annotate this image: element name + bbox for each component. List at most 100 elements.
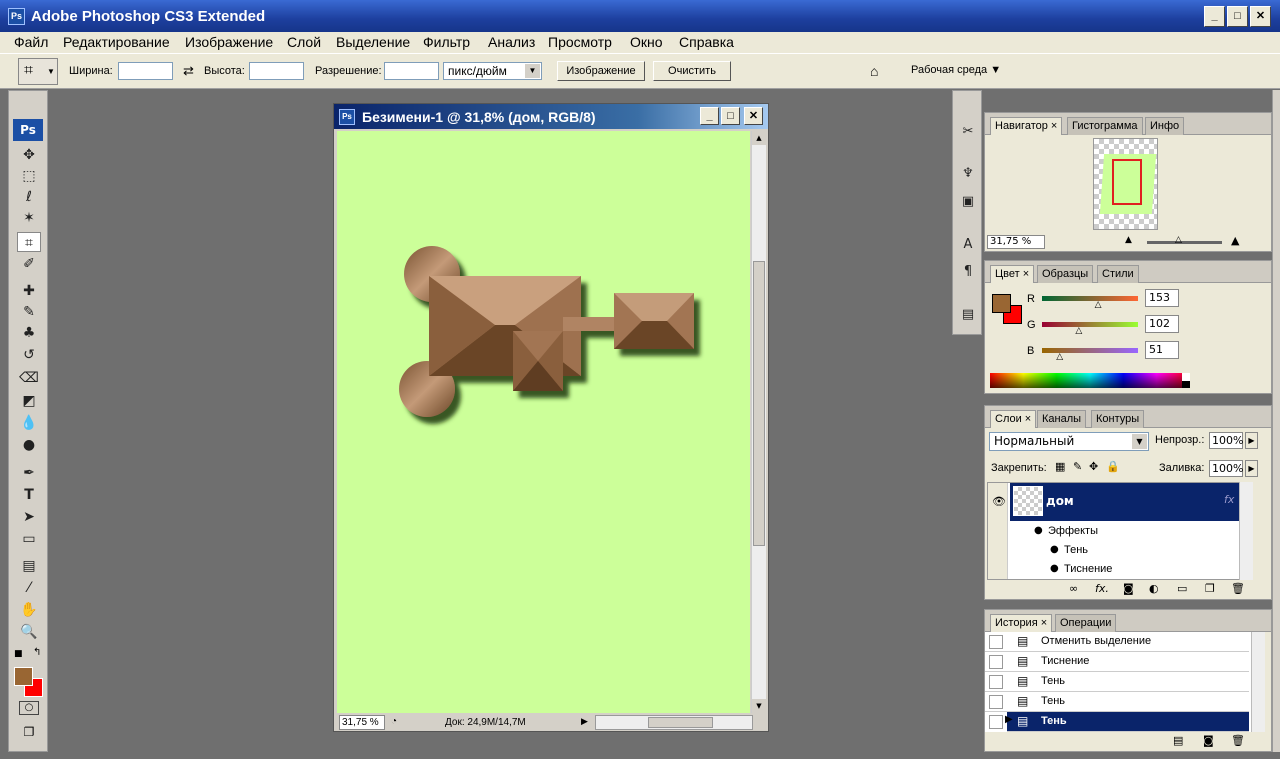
eyedropper-icon[interactable]: ⁄ — [17, 578, 41, 598]
shape-tool-icon[interactable]: ▭ — [17, 529, 41, 549]
clone-source-icon[interactable]: ▣ — [957, 191, 979, 213]
channel-b-value[interactable]: 51 — [1145, 341, 1179, 359]
effect-emboss[interactable]: Тиснение — [1064, 563, 1112, 575]
paint-bucket-icon[interactable]: ◩ — [17, 391, 41, 411]
history-brush-icon[interactable]: ↺ — [17, 345, 41, 365]
brushes-icon[interactable]: ♆ — [957, 163, 979, 185]
menu-image[interactable]: Изображение — [185, 34, 273, 50]
units-select[interactable]: пикс/дюйм ▼ — [443, 62, 542, 80]
history-item[interactable]: ▤ Тень — [985, 692, 1249, 712]
ps-logo[interactable]: Ps — [13, 119, 43, 141]
clear-button[interactable]: Очистить — [653, 61, 731, 81]
eye-icon[interactable]: ● — [1050, 544, 1059, 555]
front-image-button[interactable]: Изображение — [557, 61, 645, 81]
tab-info[interactable]: Инфо — [1145, 117, 1185, 135]
history-item[interactable]: ▤ Тиснение — [985, 652, 1249, 672]
eye-icon[interactable]: 👁 — [992, 495, 1006, 508]
zoom-tool-icon[interactable]: 🔍 — [17, 622, 41, 642]
slice-tool-icon[interactable]: ✐ — [17, 254, 41, 274]
menu-help[interactable]: Справка — [679, 34, 734, 50]
opacity-field[interactable]: 100% — [1209, 432, 1243, 449]
add-mask-icon[interactable]: ◙ — [1123, 582, 1134, 595]
clone-stamp-icon[interactable]: ♣ — [17, 323, 41, 343]
doc-close-button[interactable]: ✕ — [744, 107, 763, 125]
menu-filter[interactable]: Фильтр — [423, 34, 470, 50]
dodge-tool-icon[interactable]: ● — [17, 435, 41, 455]
channel-b-handle[interactable]: △ — [1056, 352, 1063, 362]
tool-preset-picker[interactable]: ⌗ ▼ — [18, 58, 58, 85]
zoom-slider-handle[interactable]: △ — [1175, 235, 1182, 245]
channel-g-slider[interactable] — [1042, 322, 1138, 327]
fill-field[interactable]: 100% — [1209, 460, 1243, 477]
menu-analysis[interactable]: Анализ — [488, 34, 535, 50]
screen-mode-icon[interactable]: ❐ — [19, 725, 39, 739]
layer-row-dom[interactable]: дом fx — [1010, 483, 1252, 521]
link-layers-icon[interactable]: ∞ — [1069, 582, 1078, 595]
magic-wand-icon[interactable]: ✶ — [17, 208, 41, 228]
tab-paths[interactable]: Контуры — [1091, 410, 1145, 428]
lock-all-icon[interactable]: 🔒 — [1106, 460, 1120, 473]
lock-position-icon[interactable]: ✥ — [1089, 460, 1098, 473]
channel-r-handle[interactable]: △ — [1095, 300, 1102, 310]
workspace-menu[interactable]: Рабочая среда ▼ — [911, 64, 1001, 76]
tab-history[interactable]: История × — [990, 614, 1053, 633]
foreground-color-swatch[interactable] — [14, 667, 33, 686]
history-item[interactable]: ▤ Тень — [985, 672, 1249, 692]
adjustment-layer-icon[interactable]: ◐ — [1149, 582, 1159, 595]
quick-mask-icon[interactable]: ○ — [19, 701, 39, 715]
tools-preset-icon[interactable]: ✂ — [957, 121, 979, 143]
menu-edit[interactable]: Редактирование — [63, 34, 170, 50]
hscroll-thumb[interactable] — [648, 717, 713, 728]
type-tool-icon[interactable]: T — [17, 485, 41, 505]
resolution-input[interactable] — [384, 62, 439, 80]
opacity-arrow-icon[interactable]: ▶ — [1245, 432, 1258, 449]
tab-swatches[interactable]: Образцы — [1037, 265, 1094, 283]
menu-view[interactable]: Просмотр — [548, 34, 612, 50]
tab-navigator[interactable]: Навигатор × — [990, 117, 1063, 136]
menu-file[interactable]: Файл — [14, 34, 48, 50]
layers-scrollbar[interactable] — [1239, 482, 1253, 580]
new-snapshot-icon[interactable]: ◙ — [1203, 734, 1214, 747]
lock-pixels-icon[interactable]: ✎ — [1073, 460, 1082, 473]
pen-tool-icon[interactable]: ✒ — [17, 463, 41, 483]
workspace-scrollbar[interactable] — [1272, 90, 1280, 752]
fill-arrow-icon[interactable]: ▶ — [1245, 460, 1258, 477]
doc-maximize-button[interactable]: □ — [721, 107, 740, 125]
zoom-field[interactable]: 31,75 % — [339, 715, 385, 730]
path-selection-icon[interactable]: ➤ — [17, 507, 41, 527]
channel-r-slider[interactable] — [1042, 296, 1138, 301]
close-button[interactable]: ✕ — [1250, 6, 1271, 27]
info-icon[interactable]: ◔ — [391, 716, 397, 727]
new-group-icon[interactable]: ▭ — [1177, 582, 1187, 595]
menu-select[interactable]: Выделение — [336, 34, 410, 50]
channel-r-value[interactable]: 153 — [1145, 289, 1179, 307]
zoom-in-icon[interactable]: ▲ — [1231, 234, 1239, 247]
tab-styles[interactable]: Стили — [1097, 265, 1139, 283]
channel-g-value[interactable]: 102 — [1145, 315, 1179, 333]
history-item-selected[interactable]: ▤ Тень — [1007, 712, 1249, 732]
marquee-tool-icon[interactable]: ⬚ — [17, 166, 41, 186]
swap-icon[interactable]: ⇄ — [183, 63, 194, 79]
brush-tool-icon[interactable]: ✎ — [17, 302, 41, 322]
new-layer-icon[interactable]: ❐ — [1205, 582, 1215, 595]
layer-comps-icon[interactable]: ▤ — [957, 304, 979, 326]
character-icon[interactable]: A — [957, 234, 979, 256]
zoom-slider-track[interactable] — [1147, 241, 1222, 244]
horizontal-scrollbar[interactable] — [595, 715, 753, 730]
new-document-from-state-icon[interactable]: ▤ — [1173, 734, 1183, 747]
color-ramp[interactable] — [990, 373, 1190, 388]
doc-minimize-button[interactable]: _ — [700, 107, 719, 125]
history-item[interactable]: ▤ Отменить выделение — [985, 632, 1249, 652]
lock-transparency-icon[interactable]: ▦ — [1055, 460, 1065, 473]
bridge-icon[interactable]: ⌂ — [870, 63, 878, 79]
scroll-down-icon[interactable]: ▼ — [752, 699, 766, 713]
tab-histogram[interactable]: Гистограмма — [1067, 117, 1143, 135]
scroll-thumb[interactable] — [753, 261, 765, 546]
eraser-icon[interactable]: ⌫ — [17, 368, 41, 388]
color-fg-swatch[interactable] — [992, 294, 1011, 313]
menu-window[interactable]: Окно — [630, 34, 663, 50]
view-box[interactable] — [1112, 159, 1142, 205]
blend-mode-select[interactable]: Нормальный ▼ — [989, 432, 1149, 451]
history-scrollbar[interactable] — [1251, 632, 1265, 732]
tab-layers[interactable]: Слои × — [990, 410, 1037, 429]
